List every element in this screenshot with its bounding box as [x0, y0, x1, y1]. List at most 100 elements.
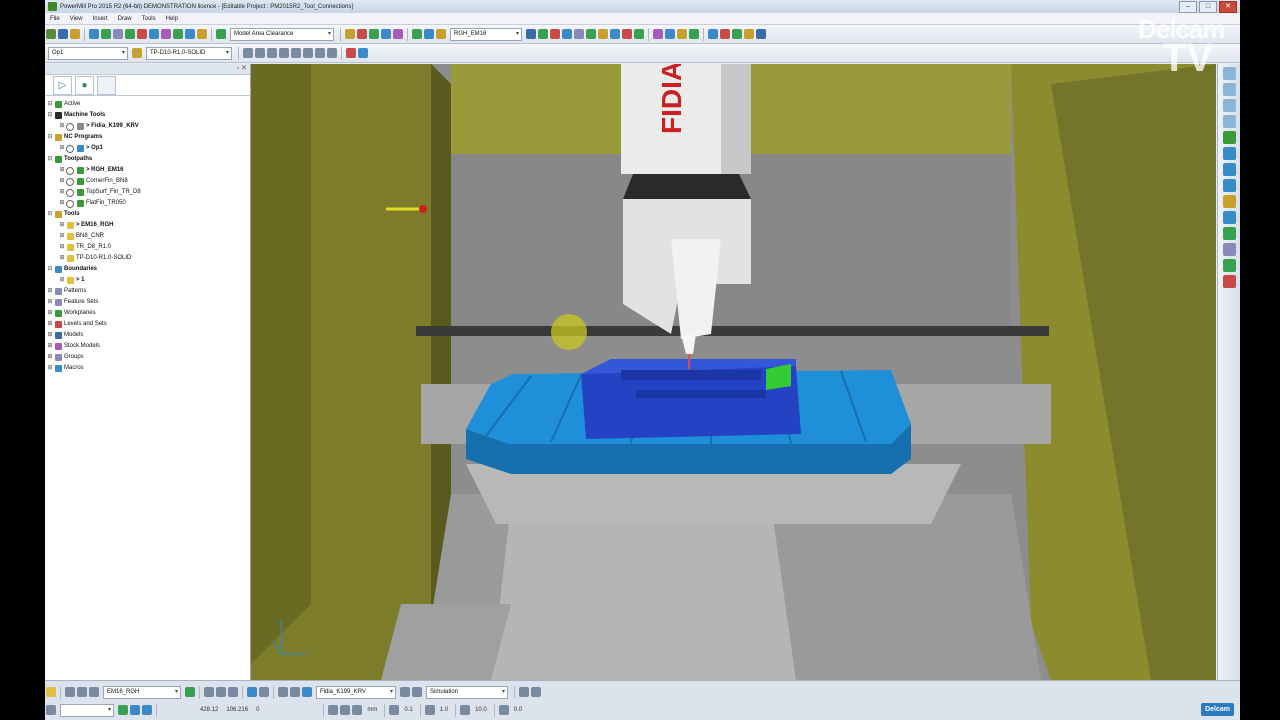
machine-tool-combo[interactable]: Fidia_K199_KRV [316, 685, 396, 699]
grid-icon[interactable] [732, 29, 742, 39]
tree-node-stock-models[interactable]: ⊞ Stock Models [47, 341, 250, 352]
rewind-icon[interactable] [279, 48, 289, 58]
workplane-combo[interactable] [60, 703, 114, 717]
block-icon[interactable] [89, 29, 99, 39]
zoom-fit-icon[interactable] [1223, 147, 1236, 160]
rapid-move-icon[interactable] [101, 29, 111, 39]
edit-toolpath-icon[interactable] [345, 29, 355, 39]
play-icon[interactable] [243, 48, 253, 58]
view-refresh-icon[interactable] [1223, 131, 1236, 144]
tool-combo[interactable]: RGH_EM16 [450, 27, 522, 41]
tool-status-icon[interactable] [46, 687, 56, 697]
pan-icon[interactable] [1223, 227, 1236, 240]
tree-node-active[interactable]: ⊟ Active [47, 99, 250, 110]
fast-forward-icon[interactable] [303, 48, 313, 58]
tree-node-tool1[interactable]: ⊞ > EM16_RGH [47, 220, 250, 231]
split-icon[interactable] [424, 29, 434, 39]
tree-node-patterns[interactable]: ⊞ Patterns [47, 286, 250, 297]
zoom-out-icon[interactable] [1223, 179, 1236, 192]
units-icon[interactable] [328, 705, 339, 715]
material-icon[interactable] [677, 29, 687, 39]
mirror-icon[interactable] [412, 29, 422, 39]
layer-icon[interactable] [142, 705, 152, 715]
view-icon[interactable] [610, 29, 620, 39]
tree-node-feature-sets[interactable]: ⊞ Feature Sets [47, 297, 250, 308]
edit-tool-icon[interactable] [65, 687, 75, 697]
calculate-icon[interactable] [216, 29, 226, 39]
measure-icon[interactable] [598, 29, 608, 39]
tree-node-macros[interactable]: ⊞ Macros [47, 363, 250, 374]
gouge-check-icon[interactable] [216, 687, 226, 697]
tree-node-tools[interactable]: ⊟ Tools [47, 209, 250, 220]
feature-icon[interactable] [161, 29, 171, 39]
grid-snap-icon[interactable] [130, 705, 140, 715]
calc-icon[interactable] [352, 705, 363, 715]
plane-view-icon[interactable] [1223, 275, 1236, 288]
tree-node-nc-op[interactable]: ⊞ > Op1 [47, 143, 250, 154]
tree-node-boundary1[interactable]: ⊞ > 1 [47, 275, 250, 286]
tab-blank[interactable] [97, 75, 116, 95]
wireframe-view-icon[interactable] [1223, 211, 1236, 224]
tree-node-tool4[interactable]: ⊞ TP-D10-R1.0-SOLID [47, 253, 250, 264]
tolerance-icon[interactable] [389, 705, 400, 715]
menu-insert[interactable]: Insert [88, 16, 113, 22]
view-top-icon[interactable] [1223, 83, 1236, 96]
simulation-close-icon[interactable] [531, 687, 541, 697]
section-icon[interactable] [622, 29, 632, 39]
limit-icon[interactable] [357, 29, 367, 39]
simulation-options-icon[interactable] [519, 687, 529, 697]
rotate-icon[interactable] [634, 29, 644, 39]
undraw-icon[interactable] [259, 687, 269, 697]
draw-icon[interactable] [247, 687, 257, 697]
view-iso-icon[interactable] [1223, 67, 1236, 80]
snap-icon[interactable] [118, 705, 128, 715]
simulation-mode-combo[interactable]: Simulation [426, 685, 508, 699]
menu-draw[interactable]: Draw [113, 16, 137, 22]
rotate-view-icon[interactable] [1223, 243, 1236, 256]
tree-node-tp4[interactable]: ⊞ FlatFin_TR050 [47, 198, 250, 209]
tool-db-icon[interactable] [77, 687, 87, 697]
open-icon[interactable] [70, 29, 80, 39]
3d-viewport[interactable]: FIDIA [251, 64, 1216, 680]
menu-view[interactable]: View [65, 16, 88, 22]
collision-check-icon[interactable] [204, 687, 214, 697]
simulation-view-icon[interactable] [412, 687, 422, 697]
transparency-icon[interactable] [689, 29, 699, 39]
holder-icon[interactable] [538, 29, 548, 39]
toolpath-strategy-icon[interactable] [197, 29, 207, 39]
simulation-settings-icon[interactable] [358, 48, 368, 58]
save-icon[interactable] [58, 29, 68, 39]
colour-icon[interactable] [653, 29, 663, 39]
view-side-icon[interactable] [1223, 115, 1236, 128]
panel-close-icon[interactable]: ▫ ✕ [237, 64, 247, 72]
stepover-icon[interactable] [460, 705, 471, 715]
step-forward-icon[interactable] [291, 48, 301, 58]
stepdown-icon[interactable] [498, 705, 509, 715]
zoom-in-icon[interactable] [1223, 163, 1236, 176]
tree-node-toolpaths[interactable]: ⊟ Toolpaths [47, 154, 250, 165]
menu-help[interactable]: Help [161, 16, 183, 22]
active-tool-combo[interactable]: EM16_RGH [103, 685, 181, 699]
options-icon[interactable] [744, 29, 754, 39]
collision-icon[interactable] [550, 29, 560, 39]
tree-node-groups[interactable]: ⊞ Groups [47, 352, 250, 363]
tab-globe[interactable]: ● [75, 75, 94, 95]
wireframe-icon[interactable] [665, 29, 675, 39]
stock-check-icon[interactable] [228, 687, 238, 697]
step-back-icon[interactable] [267, 48, 277, 58]
speed-slider-icon[interactable] [346, 48, 356, 58]
workplane-status-icon[interactable] [46, 705, 56, 715]
tree-node-machine[interactable]: ⊞ > Fidia_K199_KRV [47, 121, 250, 132]
maximize-button[interactable]: □ [1199, 1, 1217, 13]
view-front-icon[interactable] [1223, 99, 1236, 112]
go-to-end-icon[interactable] [315, 48, 325, 58]
tree-node-boundaries[interactable]: ⊟ Boundaries [47, 264, 250, 275]
layers-icon[interactable] [708, 29, 718, 39]
tree-node-machine-tools[interactable]: ⊟ Machine Tools [47, 110, 250, 121]
feeds-speeds-icon[interactable] [113, 29, 123, 39]
shading-icon[interactable] [574, 29, 584, 39]
nc-program-icon[interactable] [132, 48, 142, 58]
menu-file[interactable]: File [45, 16, 65, 22]
tree-node-tp1[interactable]: ⊞ > RGH_EM16 [47, 165, 250, 176]
leads-icon[interactable] [185, 29, 195, 39]
